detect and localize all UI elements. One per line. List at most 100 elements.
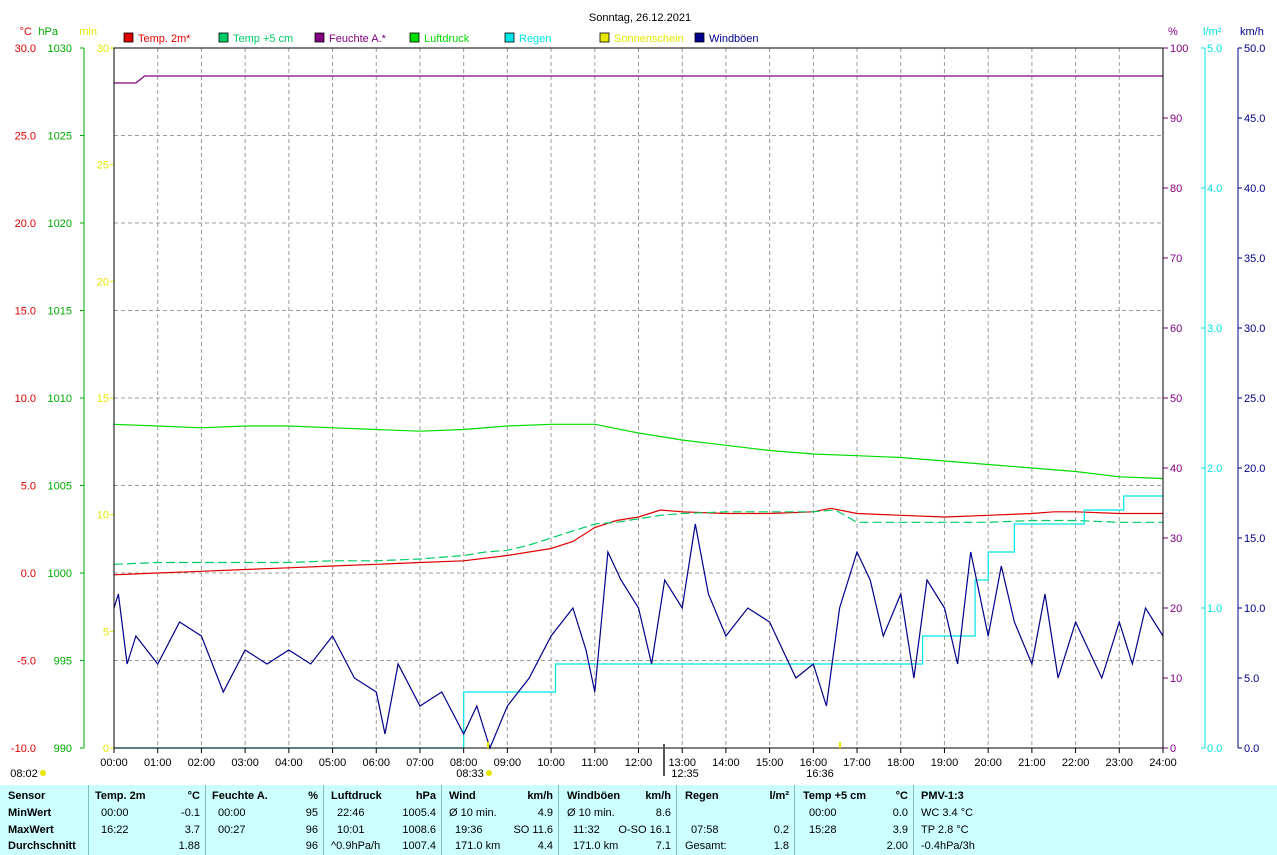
temp5cm-avg-value: 2.00	[886, 840, 908, 852]
rain-max-time: 07:58	[691, 824, 719, 836]
sunshine-tick-label: 5	[103, 626, 109, 638]
wind-tick-label: 40.0	[1244, 183, 1265, 195]
pressure-tick-label: 1000	[48, 568, 72, 580]
wind-min-value: 4.9	[537, 807, 553, 819]
humidity-max-time: 00:27	[218, 824, 246, 836]
sunshine-tick-label: 10	[97, 510, 109, 522]
pmv-dewpoint: TP 2.8 °C	[921, 824, 969, 836]
temp2m-unit: °C	[187, 790, 200, 802]
wind-tick-label: 15.0	[1244, 533, 1265, 545]
time-marker-label-0: 08:02	[10, 768, 38, 780]
wind-tick-label: 30.0	[1244, 323, 1265, 335]
humidity-tick-label: 10	[1170, 673, 1182, 685]
pressure-tick-label: 995	[54, 656, 72, 668]
time-marker-label-3: 16:36	[806, 768, 834, 780]
temp2m-avg-value: 1.88	[178, 840, 200, 852]
temp2m-max-value: 3.7	[184, 824, 200, 836]
x-tick-label: 05:00	[319, 757, 347, 769]
wind-unit: km/h	[1240, 26, 1264, 38]
temp-tick-label: 30.0	[15, 43, 36, 55]
humidity-header: Feuchte A.	[212, 790, 268, 802]
gusts-distance: 171.0 km	[573, 840, 619, 852]
x-tick-label: 03:00	[231, 757, 259, 769]
grid	[114, 48, 1163, 748]
rain-tick-label: 0.0	[1207, 743, 1222, 755]
wind-tick-label: 0.0	[1244, 743, 1259, 755]
sunshine-tick-label: 0	[103, 743, 109, 755]
temp5cm-header: Temp +5 cm	[803, 790, 867, 802]
x-tick-label: 10:00	[537, 757, 565, 769]
wind-column: Wind km/h Ø 10 min. 4.9 19:36 SO 11.6 17…	[441, 785, 559, 855]
rain-unit: l/m²	[1203, 26, 1222, 38]
avg-row-label: Durchschnitt	[8, 840, 76, 852]
sunrise-icon	[40, 770, 46, 776]
pressure-tick-label: 990	[54, 743, 72, 755]
pressure-min-time: 22:46	[337, 807, 365, 819]
humidity-tick-label: 80	[1170, 183, 1182, 195]
legend-label-6: Windböen	[709, 33, 759, 45]
time-marker-label-2: 12:35	[671, 768, 699, 780]
x-tick-label: 14:00	[712, 757, 740, 769]
temp5cm-column: Temp +5 cm °C 00:00 0.0 15:28 3.9 2.00	[794, 785, 914, 855]
weather-chart: Sonntag, 26.12.2021 Temp. 2m* Temp +5 cm F…	[10, 12, 1265, 780]
temp5cm-unit: °C	[895, 790, 908, 802]
legend-label-5: Sonnenschein	[614, 33, 684, 45]
x-tick-label: 22:00	[1062, 757, 1090, 769]
humidity-tick-label: 20	[1170, 603, 1182, 615]
humidity-tick-label: 70	[1170, 253, 1182, 265]
rain-tick-label: 2.0	[1207, 463, 1222, 475]
wind-avg-value: 4.4	[537, 840, 553, 852]
rain-max-value: 0.2	[773, 824, 789, 836]
x-axis: 00:00 01:00 02:00 03:00 04:00 05:00 06:00 07:00…	[100, 748, 1177, 769]
rain-tick-label: 4.0	[1207, 183, 1222, 195]
gusts-min-value: 8.6	[655, 807, 671, 819]
x-tick-label: 18:00	[887, 757, 915, 769]
temp5cm-min-time: 00:00	[809, 807, 837, 819]
pressure-avg-value: 1007.4	[402, 840, 436, 852]
pressure-min-value: 1005.4	[402, 807, 436, 819]
pressure-unit: hPa	[415, 790, 436, 802]
pressure-column: Luftdruck hPa 22:46 1005.4 10:01 1008.6 …	[323, 785, 442, 855]
temp-tick-label: 15.0	[15, 306, 36, 318]
sensor-header: Sensor	[8, 790, 46, 802]
pmv-pressure-trend: -0.4hPa/3h	[921, 840, 975, 852]
temp5cm-min-value: 0.0	[892, 807, 908, 819]
sunshine-tick-label: 15	[97, 393, 109, 405]
humidity-unit: %	[1168, 26, 1178, 38]
temp2m-column: Temp. 2m °C 00:00 -0.1 16:22 3.7 1.88	[88, 785, 206, 855]
x-tick-label: 11:00	[581, 757, 608, 769]
humidity-min-value: 95	[305, 807, 318, 819]
legend-label-2: Feuchte A.*	[329, 33, 387, 45]
sunshine-tick-label: 30	[97, 43, 109, 55]
pressure-unit: hPa	[38, 26, 58, 38]
pressure-tick-label: 1020	[48, 218, 72, 230]
humidity-tick-label: 40	[1170, 463, 1182, 475]
humidity-tick-label: 0	[1170, 743, 1176, 755]
pressure-max-time: 10:01	[337, 824, 365, 836]
legend-swatch-2	[314, 32, 325, 43]
humidity-tick-label: 50	[1170, 393, 1182, 405]
min-row-label: MinWert	[8, 807, 52, 819]
x-tick-label: 12:00	[625, 757, 653, 769]
wind-distance: 171.0 km	[455, 840, 501, 852]
rain-tick-label: 5.0	[1207, 43, 1222, 55]
sun-icon	[486, 770, 492, 776]
legend-swatch-1	[218, 32, 229, 43]
wind-tick-label: 45.0	[1244, 113, 1265, 125]
humidity-tick-label: 90	[1170, 113, 1182, 125]
sunshine-tick-label: 20	[97, 276, 109, 288]
wind-min-label: Ø 10 min.	[449, 807, 497, 819]
temp2m-min-value: -0.1	[181, 807, 200, 819]
temp2m-min-time: 00:00	[101, 807, 129, 819]
temp-tick-label: 10.0	[15, 393, 36, 405]
x-tick-label: 01:00	[144, 757, 172, 769]
temp-tick-label: -10.0	[11, 743, 36, 755]
wind-tick-label: 35.0	[1244, 253, 1265, 265]
max-row-label: MaxWert	[8, 824, 54, 836]
x-tick-label: 19:00	[931, 757, 959, 769]
wind-max-value: SO 11.6	[513, 824, 553, 836]
time-marker-label-1: 08:33	[456, 768, 484, 780]
chart-title: Sonntag, 26.12.2021	[589, 12, 691, 24]
legend-swatch-5	[599, 32, 610, 43]
rain-total-value: 1.8	[773, 840, 789, 852]
